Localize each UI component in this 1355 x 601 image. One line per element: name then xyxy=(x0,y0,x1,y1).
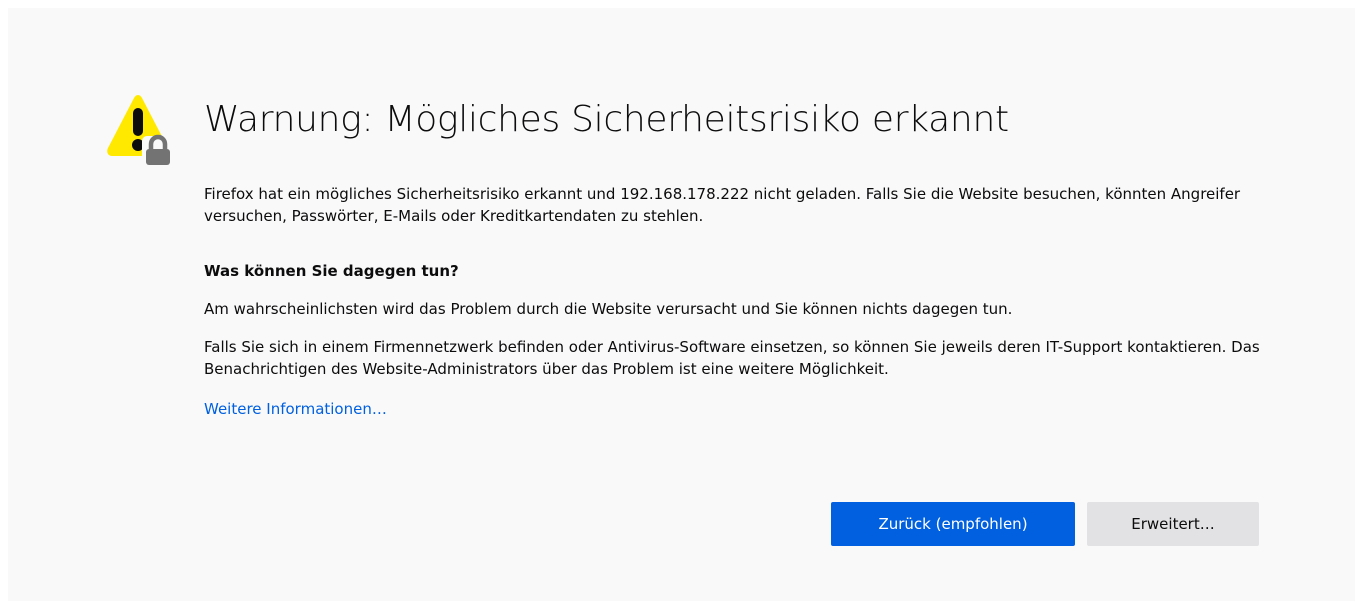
explanation-paragraph-2: Falls Sie sich in einem Firmennetzwerk b… xyxy=(204,338,1260,378)
intro-text: Firefox hat ein mögliches Sicherheitsris… xyxy=(204,185,1241,225)
lock-body xyxy=(146,149,170,165)
warning-lock-icon xyxy=(107,95,174,166)
learn-more-link[interactable]: Weitere Informationen… xyxy=(204,398,387,420)
error-content: Firefox hat ein mögliches Sicherheitsris… xyxy=(204,183,1274,420)
advanced-button[interactable]: Erweitert… xyxy=(1087,502,1259,546)
exclamation-bar xyxy=(133,108,143,136)
what-can-you-do-heading: Was können Sie dagegen tun? xyxy=(204,262,459,280)
page-title: Warnung: Mögliches Sicherheitsrisiko erk… xyxy=(204,99,1009,140)
explanation-paragraph-1: Am wahrscheinlichsten wird das Problem d… xyxy=(204,300,1013,318)
go-back-button[interactable]: Zurück (empfohlen) xyxy=(831,502,1075,546)
